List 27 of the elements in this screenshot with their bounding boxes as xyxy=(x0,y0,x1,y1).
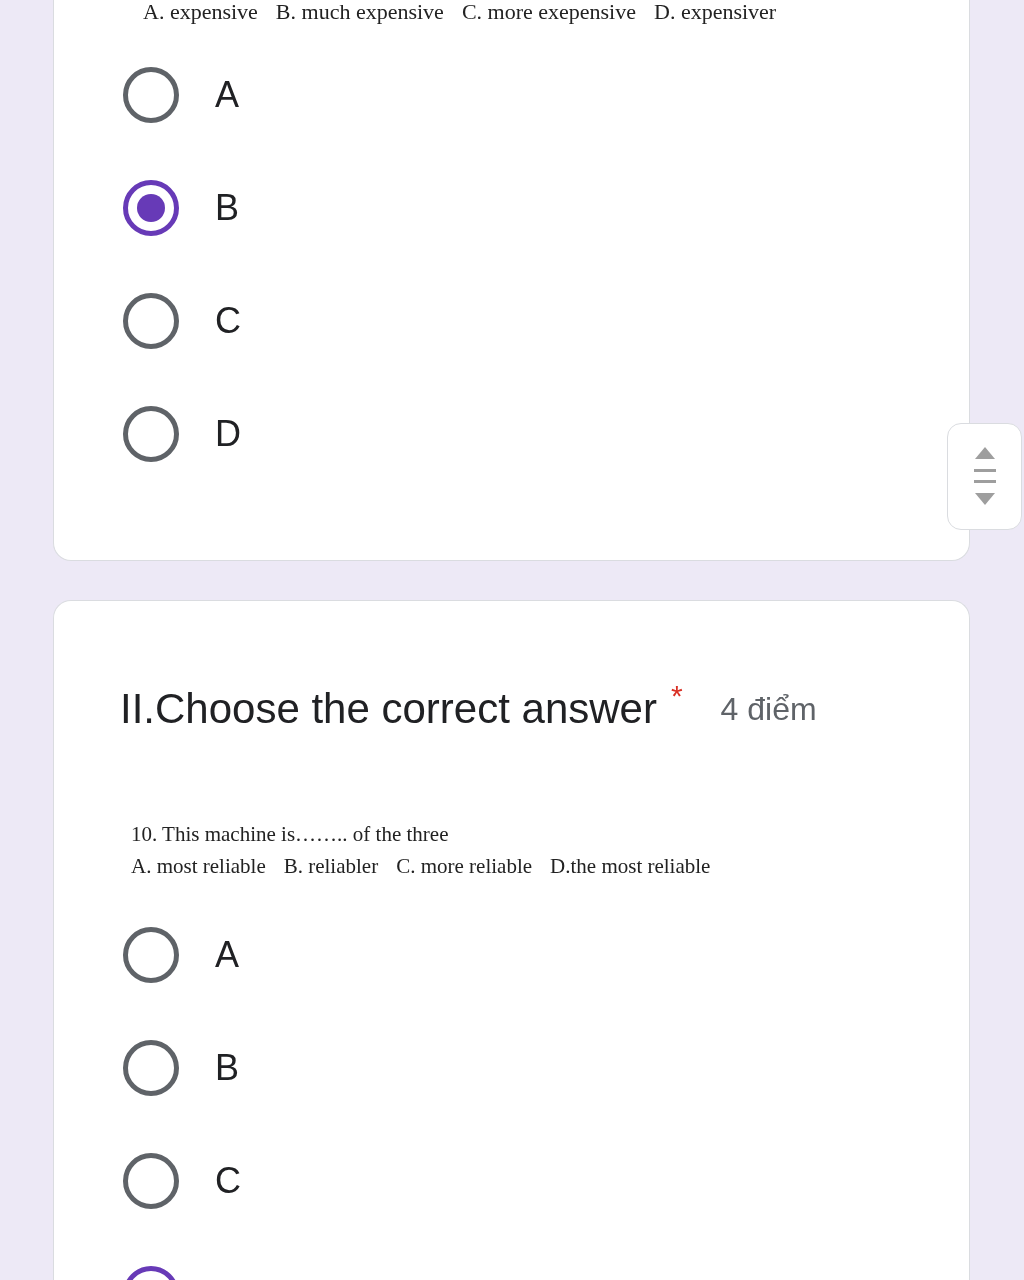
answer-choice: A. most reliable xyxy=(131,853,266,880)
question-prompt: 10. This machine is…….. of the three xyxy=(131,821,449,848)
option-label: C xyxy=(215,302,241,339)
radio-button[interactable] xyxy=(123,292,179,349)
option-label: C xyxy=(215,1162,241,1199)
answer-choice: C. more exepensive xyxy=(461,0,636,24)
required-mark: * xyxy=(670,678,683,714)
answer-choice: D.the most reliable xyxy=(550,853,711,880)
answer-choice: D. expensiver xyxy=(654,0,777,24)
answer-choice: C. more reliable xyxy=(396,853,533,880)
radio-button[interactable] xyxy=(123,1152,179,1209)
option-label: B xyxy=(215,189,239,226)
radio-button[interactable] xyxy=(123,405,179,462)
option-label: A xyxy=(215,76,239,113)
radio-button[interactable] xyxy=(123,1039,179,1096)
radio-button[interactable] xyxy=(123,66,179,123)
scroll-handle[interactable] xyxy=(947,423,1022,530)
radio-button[interactable] xyxy=(123,926,179,983)
answer-choice: B. reliabler xyxy=(283,853,379,880)
question-title: II.Choose the correct answer xyxy=(120,684,657,734)
option-label: D xyxy=(215,415,241,452)
option-label: B xyxy=(215,1049,239,1086)
points-label: 4 điểm xyxy=(720,689,817,729)
answer-choice: A. expensive xyxy=(143,0,258,24)
option-label: A xyxy=(215,936,239,973)
answer-choice: B. much expensive xyxy=(275,0,444,24)
radio-button[interactable] xyxy=(123,179,179,236)
